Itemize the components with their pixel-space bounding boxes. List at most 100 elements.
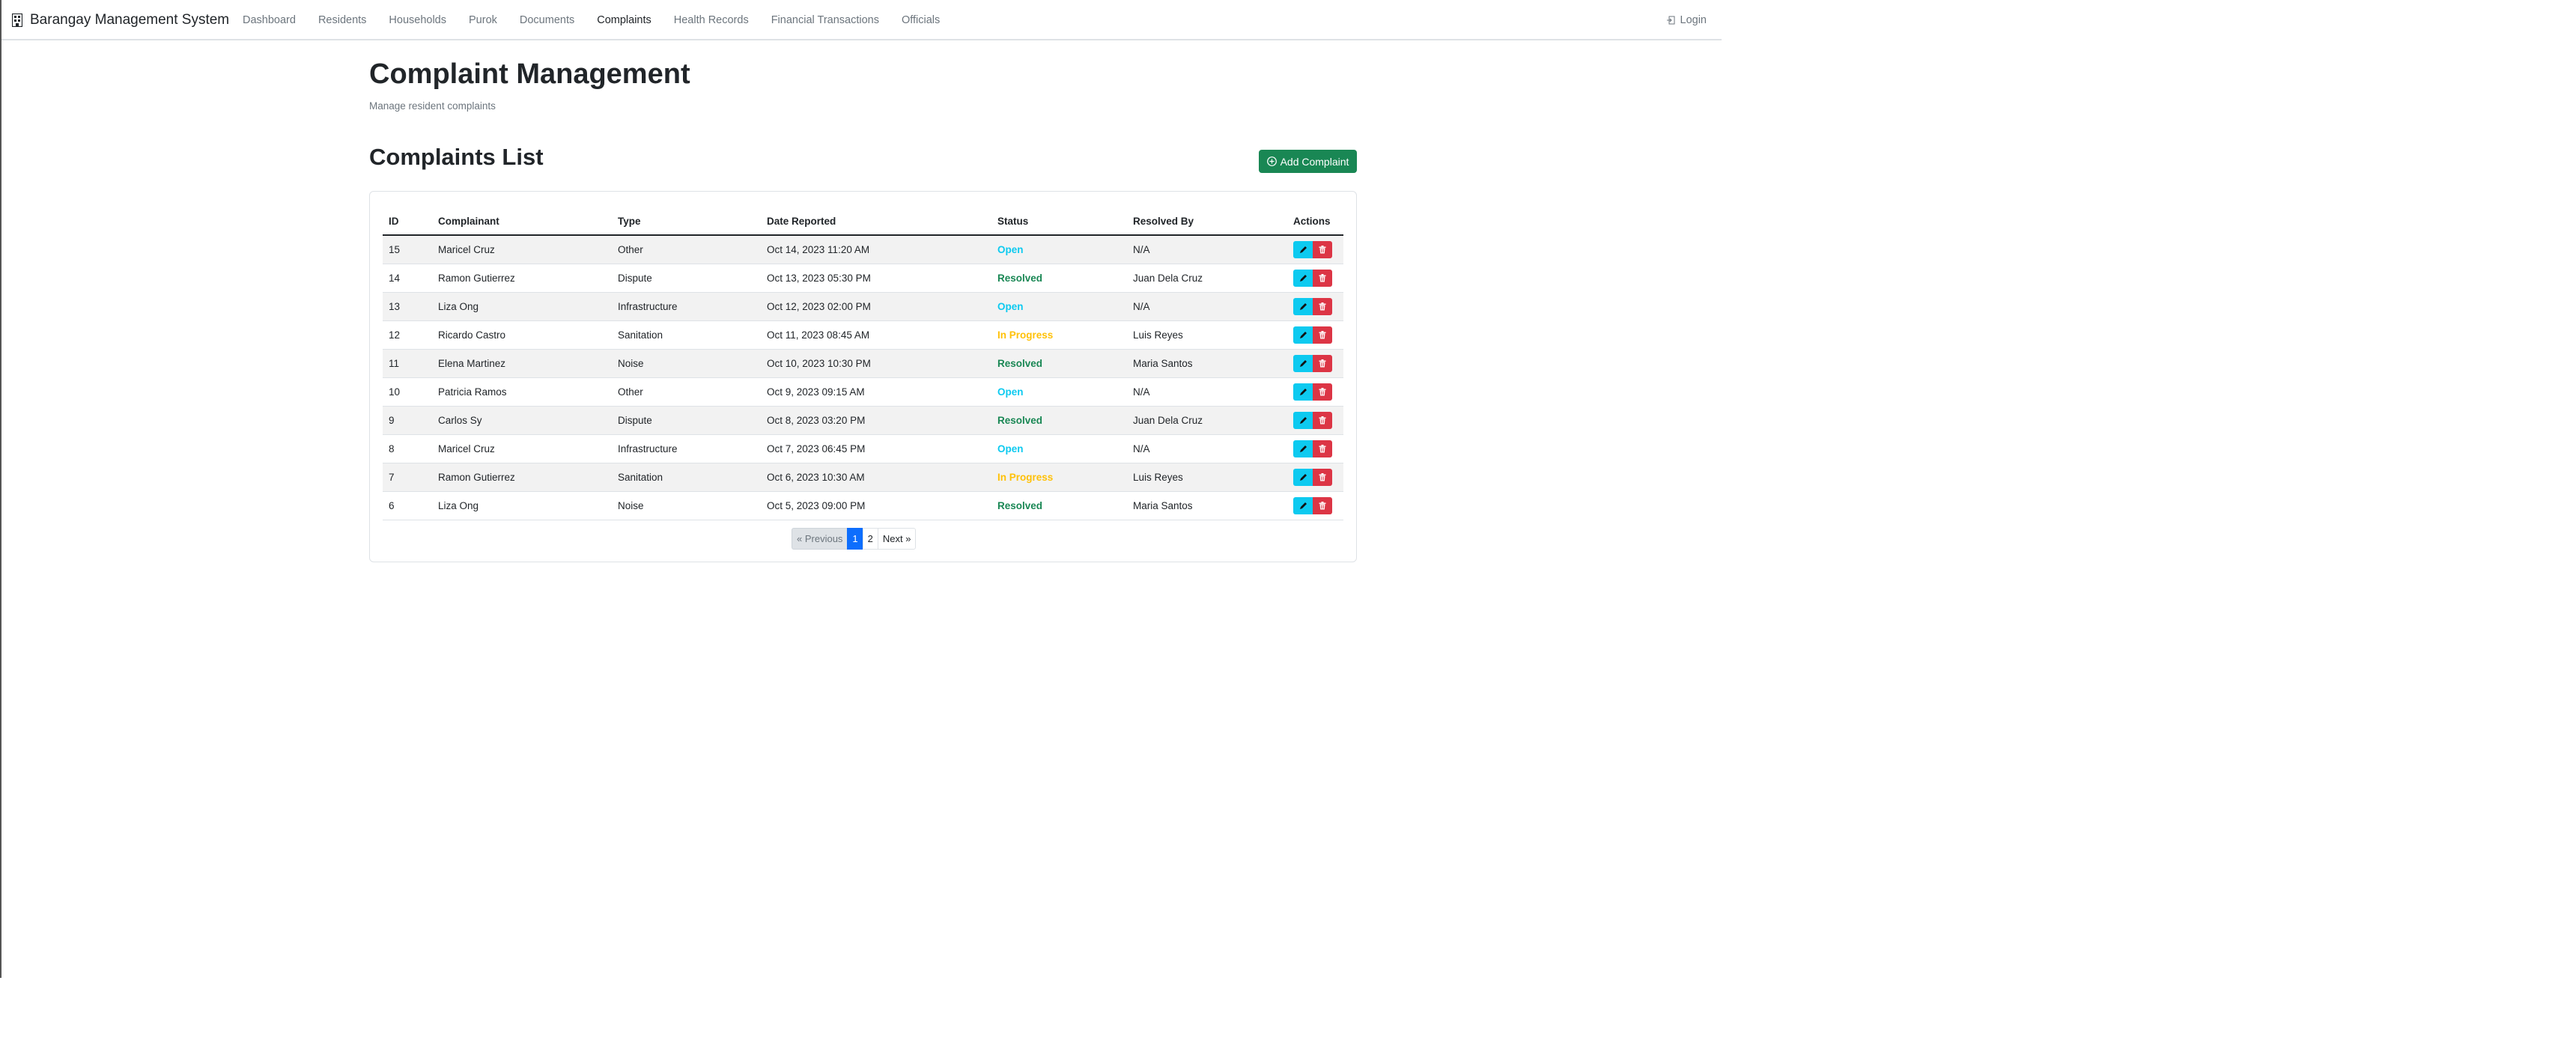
cell-actions [1287, 320, 1343, 350]
cell-complainant: Liza Ong [432, 491, 612, 520]
table-row: 8 Maricel Cruz Infrastructure Oct 7, 2023 0… [383, 434, 1343, 463]
pencil-icon [1299, 332, 1307, 338]
pencil-icon [1299, 303, 1307, 310]
pagination-page-2[interactable]: 2 [862, 528, 878, 550]
app-frame: Barangay Management System Dashboard Resi… [0, 0, 1722, 978]
nav-item-officials[interactable]: Officials [902, 14, 940, 26]
pencil-icon [1299, 502, 1307, 509]
pencil-icon [1299, 417, 1307, 424]
nav-item-residents[interactable]: Residents [318, 14, 366, 26]
cell-actions [1287, 406, 1343, 435]
nav-item-complaints[interactable]: Complaints [597, 14, 651, 26]
cell-resolved-by: Luis Reyes [1127, 320, 1287, 350]
edit-button[interactable] [1293, 298, 1313, 315]
status-badge: Open [991, 434, 1127, 463]
cell-type: Noise [612, 349, 761, 378]
pencil-icon [1299, 275, 1307, 282]
trash-icon [1319, 502, 1326, 510]
edit-button[interactable] [1293, 355, 1313, 372]
nav-item-dashboard[interactable]: Dashboard [243, 14, 296, 26]
cell-actions [1287, 491, 1343, 520]
column-header-complainant: Complainant [432, 207, 612, 236]
cell-date: Oct 14, 2023 11:20 AM [761, 235, 991, 264]
pencil-icon [1299, 246, 1307, 253]
column-header-status: Status [991, 207, 1127, 236]
nav-item-households[interactable]: Households [389, 14, 446, 26]
cell-resolved-by: Maria Santos [1127, 349, 1287, 378]
top-navbar: Barangay Management System Dashboard Resi… [1, 0, 1722, 40]
section-title: Complaints List [369, 144, 544, 170]
delete-button[interactable] [1313, 298, 1332, 315]
cell-resolved-by: Luis Reyes [1127, 463, 1287, 492]
cell-actions [1287, 434, 1343, 463]
building-icon [11, 13, 23, 28]
cell-actions [1287, 264, 1343, 293]
cell-date: Oct 8, 2023 03:20 PM [761, 406, 991, 435]
delete-button[interactable] [1313, 383, 1332, 401]
nav-item-health-records[interactable]: Health Records [674, 14, 749, 26]
pagination-next[interactable]: Next » [877, 528, 917, 550]
brand-name: Barangay Management System [30, 12, 230, 28]
edit-button[interactable] [1293, 270, 1313, 287]
delete-button[interactable] [1313, 440, 1332, 457]
edit-button[interactable] [1293, 383, 1313, 401]
cell-id: 13 [383, 292, 432, 321]
nav-item-documents[interactable]: Documents [520, 14, 574, 26]
edit-button[interactable] [1293, 241, 1313, 258]
trash-icon [1319, 331, 1326, 339]
cell-type: Infrastructure [612, 292, 761, 321]
delete-button[interactable] [1313, 270, 1332, 287]
delete-button[interactable] [1313, 326, 1332, 344]
table-row: 14 Ramon Gutierrez Dispute Oct 13, 2023 05:… [383, 264, 1343, 293]
complaints-card: ID Complainant Type Date Reported Status Reso… [369, 191, 1357, 562]
cell-type: Sanitation [612, 463, 761, 492]
edit-button[interactable] [1293, 497, 1313, 514]
edit-button[interactable] [1293, 412, 1313, 429]
table-row: 6 Liza Ong Noise Oct 5, 2023 09:00 PM Resolv… [383, 491, 1343, 520]
table-row: 7 Ramon Gutierrez Sanitation Oct 6, 2023 10… [383, 463, 1343, 492]
cell-resolved-by: N/A [1127, 235, 1287, 264]
cell-actions [1287, 377, 1343, 407]
cell-actions [1287, 292, 1343, 321]
table-header-row: ID Complainant Type Date Reported Status Reso… [383, 207, 1343, 236]
cell-date: Oct 6, 2023 10:30 AM [761, 463, 991, 492]
cell-date: Oct 9, 2023 09:15 AM [761, 377, 991, 407]
delete-button[interactable] [1313, 412, 1332, 429]
page-subtitle: Manage resident complaints [369, 100, 496, 112]
cell-id: 7 [383, 463, 432, 492]
cell-date: Oct 7, 2023 06:45 PM [761, 434, 991, 463]
cell-actions [1287, 349, 1343, 378]
nav-item-financial-transactions[interactable]: Financial Transactions [771, 14, 879, 26]
login-link[interactable]: Login [1666, 0, 1707, 40]
brand[interactable]: Barangay Management System [11, 0, 230, 40]
cell-date: Oct 13, 2023 05:30 PM [761, 264, 991, 293]
pencil-icon [1299, 446, 1307, 452]
status-badge: Resolved [991, 406, 1127, 435]
cell-resolved-by: Maria Santos [1127, 491, 1287, 520]
login-icon [1666, 16, 1675, 25]
cell-id: 12 [383, 320, 432, 350]
status-badge: Open [991, 377, 1127, 407]
add-complaint-button[interactable]: Add Complaint [1259, 150, 1357, 173]
login-label: Login [1680, 14, 1707, 26]
edit-button[interactable] [1293, 326, 1313, 344]
edit-button[interactable] [1293, 469, 1313, 486]
cell-complainant: Carlos Sy [432, 406, 612, 435]
cell-id: 14 [383, 264, 432, 293]
cell-complainant: Ramon Gutierrez [432, 264, 612, 293]
delete-button[interactable] [1313, 355, 1332, 372]
status-badge: Resolved [991, 491, 1127, 520]
delete-button[interactable] [1313, 241, 1332, 258]
edit-button[interactable] [1293, 440, 1313, 457]
cell-complainant: Maricel Cruz [432, 434, 612, 463]
pagination-previous[interactable]: « Previous [792, 528, 848, 550]
nav-item-purok[interactable]: Purok [469, 14, 497, 26]
pagination-page-1[interactable]: 1 [847, 528, 863, 550]
cell-actions [1287, 463, 1343, 492]
cell-complainant: Elena Martinez [432, 349, 612, 378]
table-row: 11 Elena Martinez Noise Oct 10, 2023 10:30 … [383, 349, 1343, 378]
delete-button[interactable] [1313, 497, 1332, 514]
trash-icon [1319, 246, 1326, 254]
delete-button[interactable] [1313, 469, 1332, 486]
cell-date: Oct 12, 2023 02:00 PM [761, 292, 991, 321]
